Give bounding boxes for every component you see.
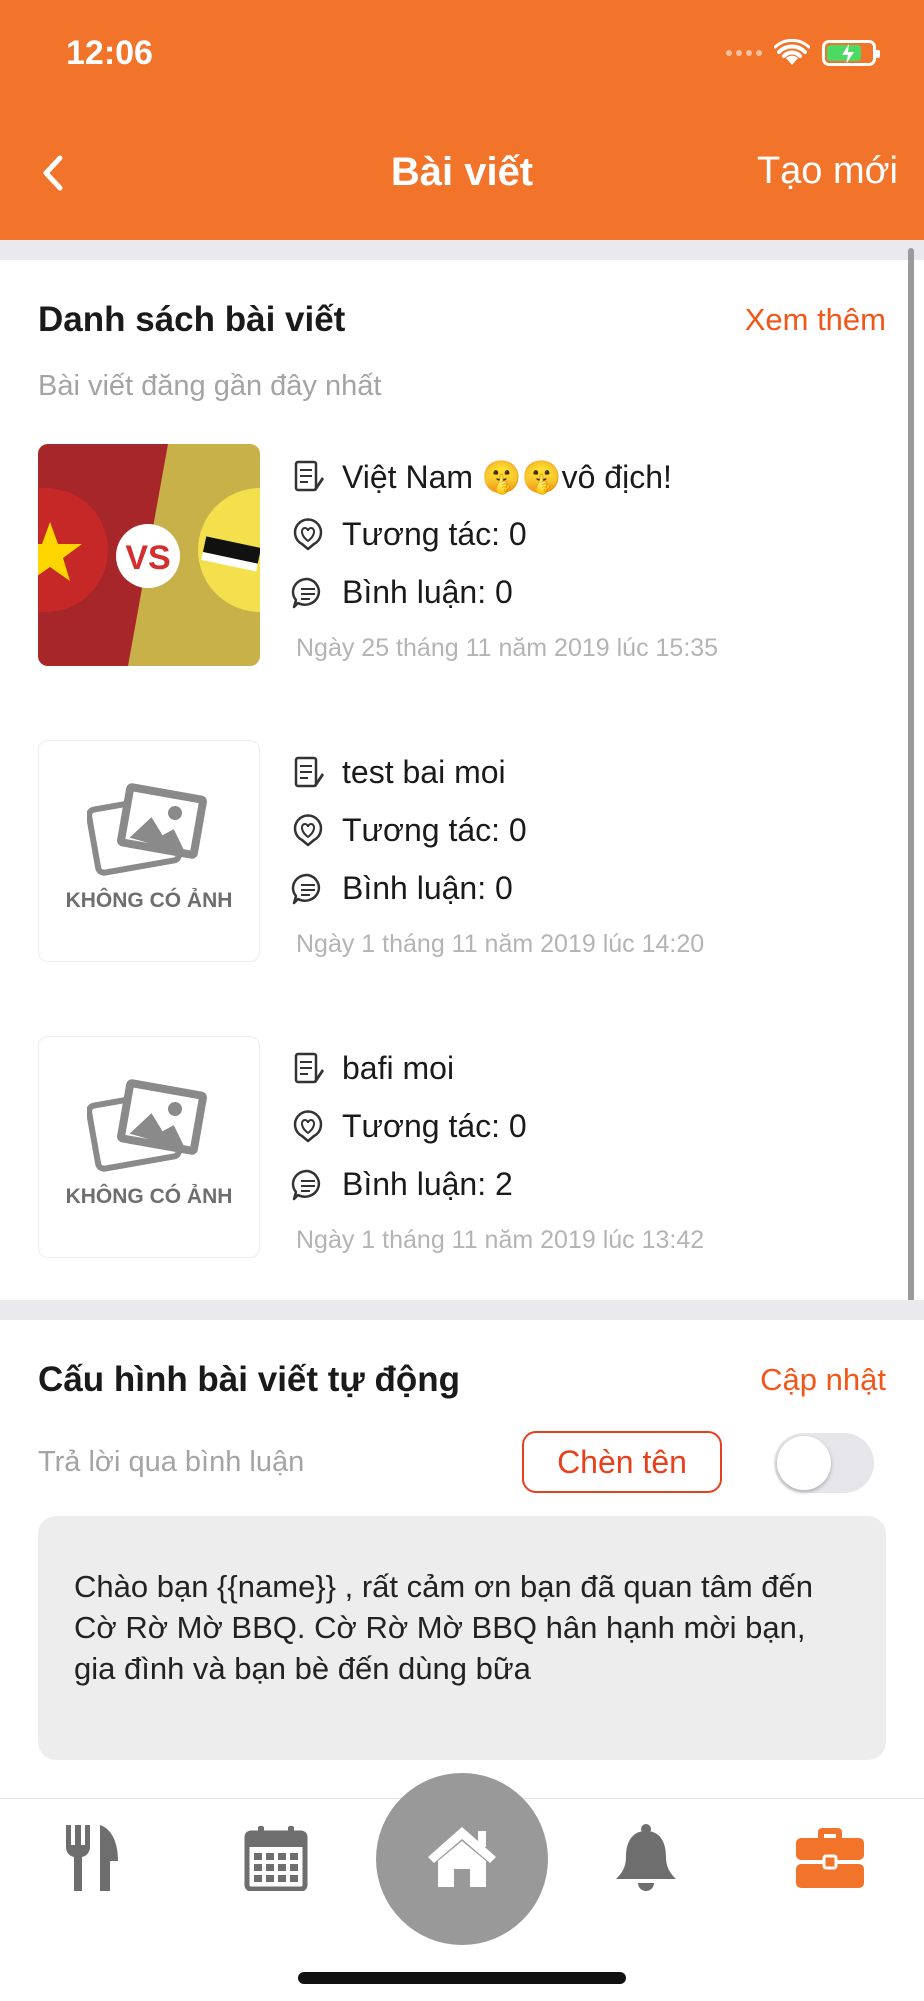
auto-config-title: Cấu hình bài viết tự động	[38, 1360, 460, 1399]
fork-knife-icon	[65, 1825, 118, 1891]
post-title-line: Việt Nam 🤫🤫vô địch!	[290, 458, 672, 496]
posts-section-title: Danh sách bài viết	[38, 300, 346, 339]
heart-bubble-icon	[293, 813, 323, 846]
heart-bubble-icon	[293, 517, 323, 550]
document-edit-icon	[294, 1052, 324, 1083]
auto-reply-toggle[interactable]	[774, 1433, 874, 1493]
post-title: Việt Nam 🤫🤫vô địch!	[342, 459, 672, 495]
scrollbar[interactable]	[908, 248, 914, 1318]
see-more-link[interactable]: Xem thêm	[745, 302, 886, 338]
calendar-icon	[244, 1826, 308, 1891]
post-interactions-line: Tương tác: 0	[290, 812, 527, 849]
post-item[interactable]: VS Việt Nam 🤫🤫vô địch! Tương tác: 0 Bình…	[38, 444, 888, 666]
create-new-button[interactable]: Tạo mới	[757, 150, 898, 193]
comment-icon	[291, 1169, 321, 1200]
cellular-signal-icon	[726, 50, 762, 56]
status-time: 12:06	[66, 34, 153, 72]
home-icon	[428, 1827, 496, 1887]
home-indicator	[298, 1972, 626, 1984]
tab-business[interactable]	[790, 1818, 870, 1898]
post-item[interactable]: KHÔNG CÓ ẢNH test bai moi Tương tác: 0 B…	[38, 740, 888, 962]
no-image-label: KHÔNG CÓ ẢNH	[65, 1185, 233, 1208]
status-icons	[726, 34, 880, 72]
tab-notifications[interactable]	[606, 1818, 686, 1898]
toggle-knob	[777, 1436, 831, 1490]
post-interactions-line: Tương tác: 0	[290, 1108, 527, 1145]
tab-restaurant[interactable]	[52, 1818, 132, 1898]
comment-icon	[291, 873, 321, 904]
briefcase-icon	[796, 1828, 864, 1888]
no-image-label: KHÔNG CÓ ẢNH	[65, 889, 233, 912]
post-title: bafi moi	[342, 1050, 455, 1086]
wifi-icon	[774, 39, 810, 65]
document-edit-icon	[294, 460, 324, 492]
posts-section-subtitle: Bài viết đăng gần đây nhất	[38, 370, 382, 402]
post-thumbnail-placeholder: KHÔNG CÓ ẢNH	[38, 1036, 260, 1258]
comment-icon	[291, 577, 321, 608]
post-comments: Bình luận: 0	[342, 870, 513, 906]
post-interactions-line: Tương tác: 0	[290, 516, 527, 553]
post-thumbnail-placeholder: KHÔNG CÓ ẢNH	[38, 740, 260, 962]
post-comments-line: Bình luận: 0	[290, 870, 513, 907]
post-comments-line: Bình luận: 0	[290, 574, 513, 611]
post-date: Ngày 1 tháng 11 năm 2019 lúc 14:20	[296, 930, 705, 958]
update-link[interactable]: Cập nhật	[760, 1362, 886, 1398]
reply-via-comment-label: Trả lời qua bình luận	[38, 1446, 305, 1478]
section-divider	[0, 1300, 924, 1320]
auto-reply-message[interactable]: Chào bạn {{name}} , rất cảm ơn bạn đã qu…	[38, 1516, 886, 1760]
post-interactions: Tương tác: 0	[342, 1108, 527, 1144]
image-placeholder-icon	[87, 783, 207, 876]
post-comments: Bình luận: 2	[342, 1166, 513, 1202]
post-comments: Bình luận: 0	[342, 574, 513, 610]
post-interactions: Tương tác: 0	[342, 516, 527, 552]
post-title: test bai moi	[342, 754, 506, 790]
section-divider	[0, 240, 924, 260]
post-title-line: test bai moi	[290, 754, 506, 791]
versus-label: VS	[125, 539, 170, 577]
document-edit-icon	[294, 756, 324, 787]
tab-calendar[interactable]	[236, 1818, 316, 1898]
tab-home[interactable]	[376, 1773, 548, 1945]
post-item[interactable]: KHÔNG CÓ ẢNH bafi moi Tương tác: 0 Bình …	[38, 1036, 888, 1258]
bell-icon	[616, 1824, 676, 1891]
post-date: Ngày 25 tháng 11 năm 2019 lúc 15:35	[296, 634, 719, 662]
post-interactions: Tương tác: 0	[342, 812, 527, 848]
post-comments-line: Bình luận: 2	[290, 1166, 513, 1203]
image-placeholder-icon	[87, 1079, 207, 1172]
heart-bubble-icon	[293, 1109, 323, 1142]
post-title-line: bafi moi	[290, 1050, 454, 1087]
post-date: Ngày 1 tháng 11 năm 2019 lúc 13:42	[296, 1226, 705, 1254]
battery-charging-icon	[822, 40, 880, 66]
post-thumbnail: VS	[38, 444, 260, 666]
insert-name-button[interactable]: Chèn tên	[522, 1431, 722, 1493]
